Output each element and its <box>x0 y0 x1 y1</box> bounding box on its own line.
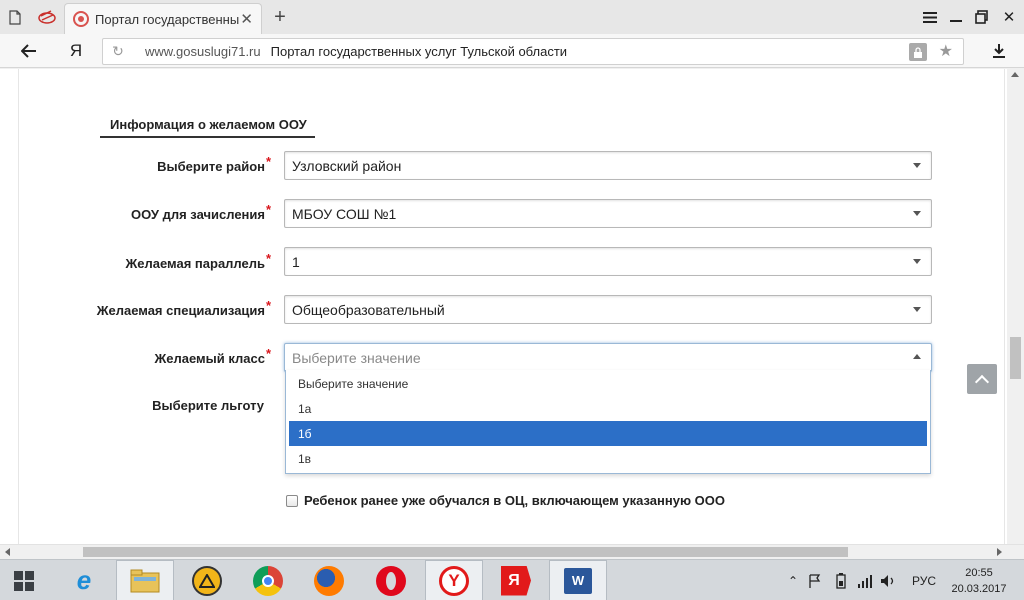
school-select[interactable]: МБОУ СОШ №1 <box>284 199 932 228</box>
vertical-scrollbar[interactable] <box>1007 69 1024 546</box>
required-mark: * <box>265 251 271 266</box>
prior-study-checkbox[interactable] <box>286 494 298 507</box>
page-icon[interactable] <box>4 0 26 34</box>
prior-study-label: Ребенок ранее уже обучался в ОЦ, включаю… <box>304 493 725 508</box>
dropdown-option[interactable]: 1в <box>289 446 927 471</box>
back-arrow-icon[interactable] <box>12 34 46 68</box>
language-indicator[interactable]: РУС <box>912 560 936 600</box>
chevron-up-icon <box>974 374 990 389</box>
gosuslugi-favicon <box>73 11 89 27</box>
address-bar: Я ↻ www.gosuslugi71.ru Портал государств… <box>0 34 1024 68</box>
pinned-tab-icon[interactable] <box>34 0 60 34</box>
url-domain: www.gosuslugi71.ru <box>145 44 261 59</box>
scroll-up-arrow-icon[interactable] <box>1011 72 1019 77</box>
internet-explorer-icon[interactable]: e <box>55 560 113 600</box>
firefox-icon[interactable] <box>300 560 358 600</box>
school-label: ООУ для зачисления * <box>130 202 271 222</box>
scroll-right-arrow-icon[interactable] <box>997 548 1002 556</box>
dropdown-option[interactable]: Выберите значение <box>289 371 927 396</box>
section-title: Информация о желаемом ООУ <box>100 117 315 138</box>
downloads-icon[interactable] <box>986 34 1012 68</box>
horizontal-scroll-thumb[interactable] <box>83 547 848 557</box>
required-mark: * <box>265 346 271 361</box>
file-explorer-icon[interactable] <box>116 560 174 600</box>
tab-title: Портал государственны <box>95 11 240 27</box>
battery-icon[interactable] <box>834 560 848 600</box>
menu-icon[interactable] <box>917 0 943 34</box>
yandex-button[interactable]: Я <box>62 34 90 68</box>
yandex-icon[interactable]: Я <box>487 560 545 600</box>
class-select[interactable]: Выберите значение <box>284 343 932 372</box>
chevron-down-icon <box>913 259 921 264</box>
opera-icon[interactable] <box>362 560 420 600</box>
specialization-select[interactable]: Общеобразовательный <box>284 295 932 324</box>
windows-taskbar: e Y Я W ⌃ РУС 20:55 20.03.2017 <box>0 559 1024 600</box>
benefit-label: Выберите льготу <box>152 398 264 413</box>
district-select[interactable]: Узловский район <box>284 151 932 180</box>
chrome-icon[interactable] <box>239 560 297 600</box>
chevron-down-icon <box>913 307 921 312</box>
horizontal-scrollbar[interactable] <box>0 544 1024 559</box>
close-window-icon[interactable]: ✕ <box>996 0 1022 34</box>
bookmark-star-icon[interactable]: ★ <box>939 41 953 61</box>
grade-select[interactable]: 1 <box>284 247 932 276</box>
chevron-up-icon <box>913 354 921 359</box>
omnibox[interactable]: ↻ www.gosuslugi71.ru Портал государствен… <box>102 38 964 65</box>
active-tab[interactable]: Портал государственны ✕ <box>64 3 262 34</box>
district-label: Выберите район * <box>157 154 271 174</box>
prior-study-checkbox-row[interactable]: Ребенок ранее уже обучался в ОЦ, включаю… <box>286 493 725 508</box>
class-label: Желаемый класс * <box>154 346 271 366</box>
volume-icon[interactable] <box>880 560 896 600</box>
url-page-title: Портал государственных услуг Тульской об… <box>270 44 568 59</box>
word-icon[interactable]: W <box>549 560 607 600</box>
windows-logo-icon <box>14 570 34 591</box>
clock-time: 20:55 <box>965 567 993 579</box>
lock-icon[interactable] <box>909 43 927 61</box>
class-dropdown: Выберите значение 1а 1б 1в <box>285 370 931 474</box>
new-tab-icon[interactable]: + <box>268 0 292 34</box>
dropdown-option-selected[interactable]: 1б <box>289 421 927 446</box>
reload-icon[interactable]: ↻ <box>103 43 133 60</box>
scroll-left-arrow-icon[interactable] <box>5 548 10 556</box>
aimp-icon[interactable] <box>178 560 236 600</box>
restore-icon[interactable] <box>969 0 995 34</box>
page-viewport: Информация о желаемом ООУ Выберите район… <box>0 69 1024 546</box>
chevron-down-icon <box>913 211 921 216</box>
start-button[interactable] <box>0 560 48 600</box>
grade-label: Желаемая параллель * <box>125 251 271 271</box>
chevron-down-icon <box>913 163 921 168</box>
clock-date: 20.03.2017 <box>951 583 1007 595</box>
tray-up-arrow-icon[interactable]: ⌃ <box>788 560 798 600</box>
scroll-to-top-button[interactable] <box>967 364 997 394</box>
dropdown-option[interactable]: 1а <box>289 396 927 421</box>
specialization-label: Желаемая специализация * <box>96 298 271 318</box>
minimize-icon[interactable] <box>943 0 969 34</box>
flag-icon[interactable] <box>808 560 822 600</box>
required-mark: * <box>265 154 271 169</box>
required-mark: * <box>265 298 271 313</box>
signal-icon[interactable] <box>857 560 873 600</box>
yandex-browser-icon[interactable]: Y <box>425 560 483 600</box>
vertical-scroll-thumb[interactable] <box>1010 337 1021 379</box>
close-tab-icon[interactable]: ✕ <box>240 10 253 28</box>
browser-tab-strip: Портал государственны ✕ + ✕ <box>0 0 1024 34</box>
clock[interactable]: 20:55 20.03.2017 <box>944 565 1014 597</box>
required-mark: * <box>265 202 271 217</box>
